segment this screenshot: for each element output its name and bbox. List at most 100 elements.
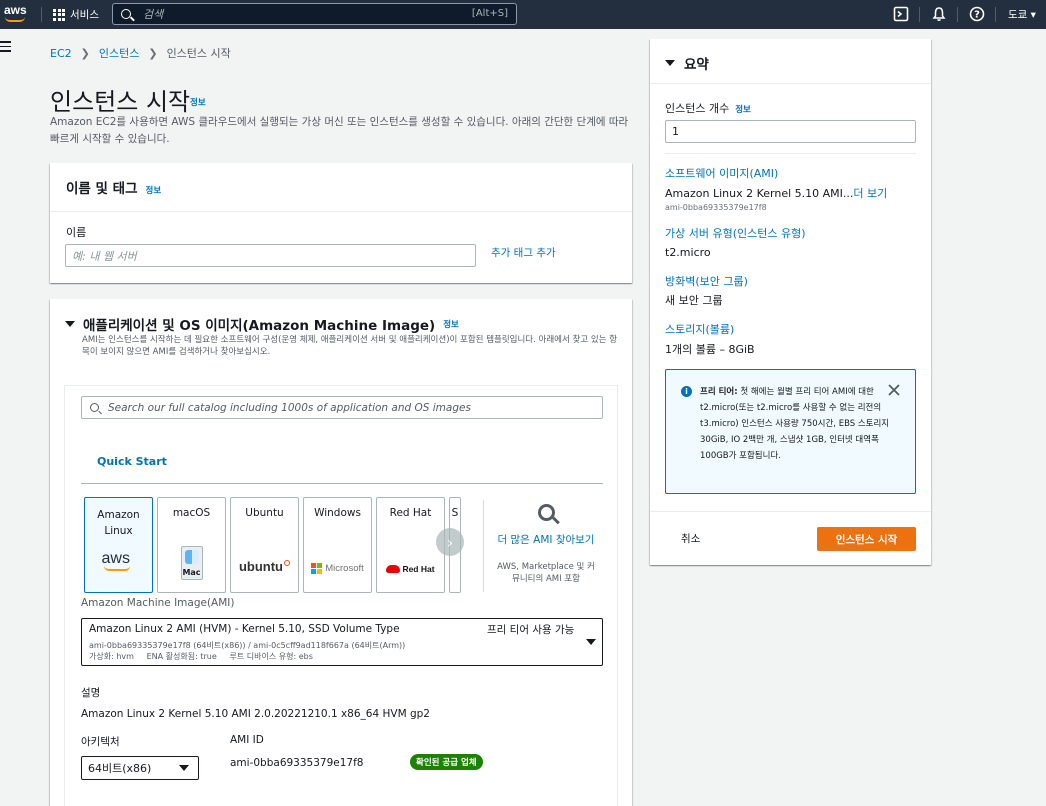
info-circle-icon: i — [681, 386, 692, 397]
services-label: 서비스 — [70, 9, 99, 21]
ami-select-name: Amazon Linux 2 AMI (HVM) - Kernel 5.10, … — [89, 623, 400, 635]
os-tile-windows[interactable]: Windows Microsoft — [303, 497, 372, 593]
storage-link[interactable]: 스토리지(볼륨) — [665, 321, 734, 337]
chevron-right-icon: ❯ — [80, 46, 90, 60]
free-tier-message: 프리 티어: 첫 해에는 월별 프리 티어 AMI에 대한 t2.micro(또… — [700, 384, 890, 464]
verified-provider-badge: 확인된 공급 업체 — [410, 754, 483, 770]
aws-logo-text: aws — [4, 3, 27, 17]
os-tile-label: macOS — [172, 507, 211, 519]
bell-icon[interactable] — [931, 6, 947, 22]
panel-divider — [650, 511, 931, 512]
tab-quick-start[interactable]: Quick Start — [97, 455, 167, 468]
os-tile-macos[interactable]: macOS Mac — [157, 497, 226, 593]
breadcrumb-current: 인스턴스 시작 — [166, 47, 231, 60]
breadcrumb: EC2 ❯ 인스턴스 ❯ 인스턴스 시작 — [50, 45, 231, 61]
architecture-label: 아키텍처 — [81, 736, 120, 748]
tab-underline — [81, 483, 603, 484]
instance-count-info-link[interactable]: 정보 — [735, 103, 751, 115]
tiles-divider — [483, 500, 484, 592]
panel-divider — [50, 211, 632, 212]
global-search-input[interactable] — [143, 7, 443, 21]
instance-type-link[interactable]: 가상 서버 유형(인스턴스 유형) — [665, 225, 806, 241]
launch-instance-button[interactable]: 인스턴스 시작 — [817, 527, 916, 551]
caret-down-icon — [179, 765, 189, 771]
ami-catalog-search-input[interactable] — [108, 401, 588, 414]
search-icon — [537, 504, 555, 521]
add-tag-link[interactable]: 추가 태그 추가 — [491, 245, 556, 260]
aws-smile-icon — [5, 17, 25, 22]
ami-info-link[interactable]: 정보 — [443, 318, 459, 330]
architecture-select[interactable]: 64비트(x86) — [81, 756, 199, 780]
search-icon — [121, 9, 131, 19]
page-info-link[interactable]: 정보 — [190, 96, 206, 108]
ami-section-title: 애플리케이션 및 OS 이미지(Amazon Machine Image) — [83, 318, 436, 334]
architecture-value: 64비트(x86) — [88, 762, 152, 775]
ami-panel: 애플리케이션 및 OS 이미지(Amazon Machine Image) 정보… — [50, 299, 632, 806]
services-menu-button[interactable]: 서비스 — [53, 7, 99, 22]
global-search-box[interactable]: [Alt+S] — [112, 3, 517, 25]
free-tier-alert: i 프리 티어: 첫 해에는 월별 프리 티어 AMI에 대한 t2.micro… — [665, 369, 916, 494]
region-selector[interactable]: 도쿄 ▾ — [1008, 7, 1036, 22]
mac-finder-icon: Mac — [158, 546, 225, 580]
top-navigation-bar: aws 서비스 [Alt+S] ? 도쿄 ▾ — [0, 0, 1046, 29]
name-label: 이름 — [66, 226, 87, 239]
tiles-scroll-right-button[interactable]: › — [436, 528, 464, 556]
firewall-link[interactable]: 방화벽(보안 그룹) — [665, 273, 748, 289]
os-tile-amazon-linux[interactable]: Amazon Linux aws — [84, 497, 153, 593]
os-logo-text: Red Hat — [402, 564, 435, 574]
panel-divider — [665, 153, 916, 154]
help-icon[interactable]: ? — [969, 6, 985, 22]
software-image-link[interactable]: 소프트웨어 이미지(AMI) — [665, 165, 778, 181]
cloudshell-icon[interactable] — [893, 6, 909, 22]
page-title: 인스턴스 시작 — [50, 88, 191, 116]
nav-divider — [919, 7, 920, 22]
collapse-caret-icon[interactable] — [665, 60, 675, 66]
name-input[interactable]: 예: 내 웹 서버 — [65, 244, 476, 267]
ami-select-dropdown[interactable]: Amazon Linux 2 AMI (HVM) - Kernel 5.10, … — [81, 618, 603, 666]
chevron-right-icon: › — [446, 532, 454, 552]
nav-divider — [995, 7, 996, 22]
os-tile-label: Amazon Linux — [97, 509, 140, 537]
os-tile-label: Ubuntu — [245, 507, 284, 519]
ami-id-value: ami-0bba69335379e17f8 — [230, 757, 364, 769]
ami-section-description: AMI는 인스턴스를 시작하는 데 필요한 소프트웨어 구성(운영 체제, 애플… — [82, 335, 618, 357]
ami-id-label: AMI ID — [230, 734, 264, 746]
name-tags-panel: 이름 및 태그 정보 이름 예: 내 웹 서버 추가 태그 추가 — [50, 163, 632, 283]
firewall-value: 새 보안 그룹 — [665, 294, 723, 307]
software-image-id: ami-0bba69335379e17f8 — [665, 203, 767, 212]
free-tier-text: 첫 해에는 월별 프리 티어 AMI에 대한 t2.micro(또는 t2.mi… — [700, 387, 890, 461]
search-icon — [90, 403, 99, 412]
os-tile-red-hat[interactable]: Red Hat Red Hat — [376, 497, 445, 593]
storage-value: 1개의 볼륨 – 8GiB — [665, 343, 755, 356]
breadcrumb-ec2[interactable]: EC2 — [50, 47, 72, 60]
description-value: Amazon Linux 2 Kernel 5.10 AMI 2.0.20221… — [81, 708, 430, 720]
ami-selector-container: Quick Start AmazonLinux aws macOS Mac Ub — [64, 385, 618, 806]
cancel-button[interactable]: 취소 — [681, 531, 700, 546]
svg-text:?: ? — [974, 10, 980, 21]
os-tile-ubuntu[interactable]: Ubuntu ubuntu — [230, 497, 299, 593]
ami-catalog-search[interactable] — [81, 396, 603, 419]
breadcrumb-instances[interactable]: 인스턴스 — [99, 45, 139, 61]
os-tile-label: Red Hat — [389, 507, 432, 519]
description-label: 설명 — [81, 687, 101, 699]
os-logo-text: Microsoft — [325, 563, 364, 574]
panel-divider — [650, 83, 931, 84]
microsoft-logo-icon: Microsoft — [304, 563, 371, 574]
close-icon[interactable] — [887, 383, 901, 397]
ami-select-meta: 가상화: hvm ENA 활성화됨: true 루트 디바이스 유형: ebs — [89, 652, 313, 661]
summary-panel: 요약 인스턴스 개수 정보 1 소프트웨어 이미지(AMI) Amazon Li… — [650, 39, 931, 565]
name-tags-info-link[interactable]: 정보 — [146, 184, 162, 196]
caret-down-icon — [586, 639, 596, 645]
browse-more-ami[interactable]: 더 많은 AMI 찾아보기 AWS, Marketplace 및 커뮤니티의 A… — [495, 500, 597, 585]
nav-divider — [957, 7, 958, 22]
aws-logo[interactable]: aws — [4, 3, 30, 25]
browse-more-ami-link[interactable]: 더 많은 AMI 찾아보기 — [495, 533, 597, 547]
os-tile-label: S — [451, 507, 459, 519]
nav-divider — [41, 7, 42, 22]
side-menu-icon[interactable] — [0, 41, 11, 55]
name-tags-title: 이름 및 태그 — [66, 181, 138, 197]
collapse-caret-icon[interactable] — [65, 321, 75, 327]
instance-type-value: t2.micro — [665, 246, 711, 259]
show-more-link[interactable]: 더 보기 — [853, 187, 887, 200]
instance-count-input[interactable]: 1 — [665, 120, 916, 143]
